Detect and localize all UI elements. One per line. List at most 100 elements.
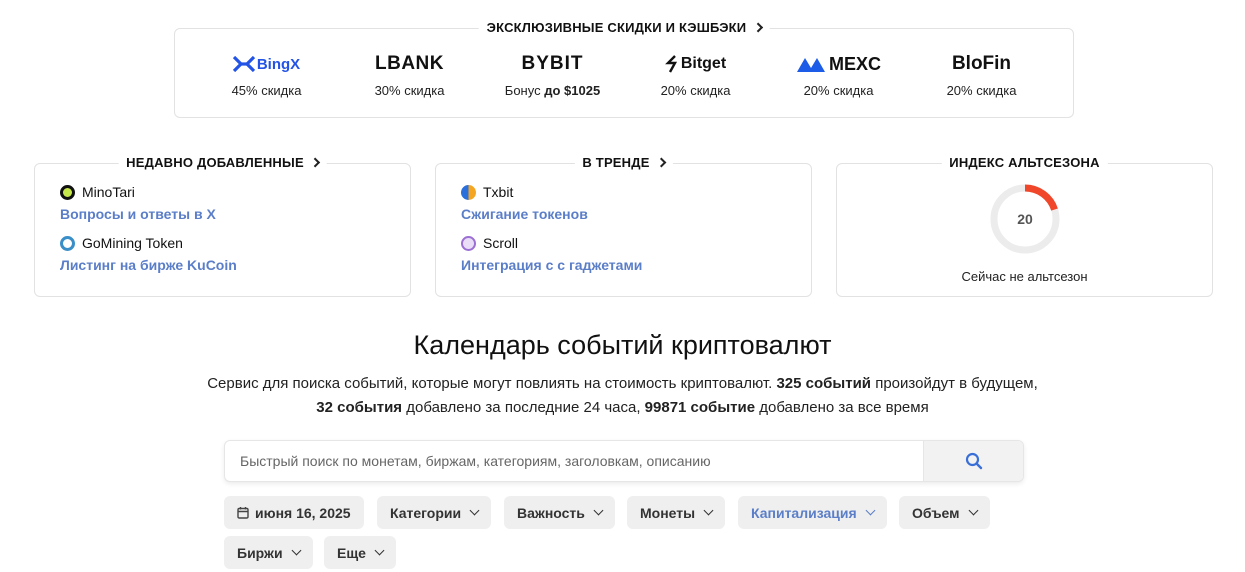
coins-filter[interactable]: Монеты	[627, 496, 726, 529]
deal-bitget[interactable]: Bitget 20% скидка	[624, 51, 767, 98]
exchanges-filter-label: Биржи	[237, 544, 283, 561]
search-icon	[965, 452, 982, 470]
lbank-logo: LBANK	[338, 51, 481, 77]
altseason-gauge: 20	[988, 182, 1062, 261]
page-title: Календарь событий криптовалют	[413, 330, 832, 360]
bitget-logo-text: Bitget	[680, 55, 727, 72]
deal-text: Бонус до $1025	[481, 83, 624, 98]
intro-text: Сервис для поиска событий, которые могут…	[200, 372, 1045, 420]
blofin-logo-text: BloFin	[951, 53, 1012, 74]
trending-title-text: В ТРЕНДЕ	[582, 155, 650, 170]
chevron-down-icon	[291, 545, 302, 556]
importance-filter[interactable]: Важность	[504, 496, 615, 529]
bybit-logo-text: BYBIT	[521, 53, 584, 74]
calendar-icon	[237, 507, 249, 519]
recent-item-coin: GoMining Token	[60, 235, 237, 251]
search-input[interactable]	[225, 441, 925, 481]
recent-item[interactable]: MinoTari Вопросы и ответы в X	[60, 184, 216, 222]
gauge-value: 20	[1017, 211, 1033, 227]
mexc-logo: MEXC	[767, 51, 910, 77]
trending-item-coin: Scroll	[461, 235, 642, 251]
altseason-caption: Сейчас не альтсезон	[961, 269, 1088, 284]
deal-text: 30% скидка	[374, 83, 445, 98]
coin-name: MinoTari	[82, 184, 135, 200]
intro-part: добавлено за последние 24 часа,	[406, 399, 641, 416]
event-link[interactable]: Сжигание токенов	[461, 206, 588, 222]
trending-title[interactable]: В ТРЕНДЕ	[574, 155, 673, 170]
search-bar	[224, 440, 1024, 482]
recent-item[interactable]: GoMining Token Листинг на бирже KuCoin	[60, 235, 237, 273]
mexc-logo-text: MEXC	[828, 53, 881, 74]
coin-name: GoMining Token	[82, 235, 183, 251]
total-count: 99871 событие	[644, 399, 756, 416]
capitalization-filter-label: Капитализация	[751, 504, 857, 521]
more-filter-label: Еще	[337, 544, 366, 561]
blofin-logo: BloFin	[910, 51, 1053, 77]
deal-amount: до $1025	[544, 83, 601, 98]
intro-part: добавлено за все время	[759, 399, 929, 416]
trending-card: В ТРЕНДЕ Txbit Сжигание токенов Scroll И…	[435, 155, 812, 297]
gomining-icon	[60, 235, 75, 251]
altseason-title-text: ИНДЕКС АЛЬТСЕЗОНА	[949, 155, 1100, 170]
capitalization-filter[interactable]: Капитализация	[738, 496, 887, 529]
recent-item-coin: MinoTari	[60, 184, 216, 200]
more-filter[interactable]: Еще	[324, 536, 396, 569]
chevron-down-icon	[865, 505, 876, 516]
recently-added-title-text: НЕДАВНО ДОБАВЛЕННЫЕ	[126, 155, 304, 170]
bybit-logo: BYBIT	[481, 51, 624, 77]
deal-bingx[interactable]: BingX 45% скидка	[195, 51, 338, 99]
deal-bybit[interactable]: BYBIT Бонус до $1025	[481, 51, 624, 98]
minotari-icon	[60, 184, 75, 200]
event-link[interactable]: Вопросы и ответы в X	[60, 206, 216, 222]
chevron-down-icon	[374, 545, 385, 556]
recently-added-title[interactable]: НЕДАВНО ДОБАВЛЕННЫЕ	[118, 155, 327, 170]
trending-item[interactable]: Txbit Сжигание токенов	[461, 184, 588, 222]
bingx-logo: BingX	[195, 51, 338, 77]
event-link[interactable]: Интеграция с с гаджетами	[461, 257, 642, 273]
bitget-icon	[664, 55, 677, 73]
lbank-logo-text: LBANK	[375, 53, 444, 74]
trending-item[interactable]: Scroll Интеграция с с гаджетами	[461, 235, 642, 273]
deals-panel: ЭКСКЛЮЗИВНЫЕ СКИДКИ И КЭШБЭКИ BingX 45% …	[174, 20, 1074, 118]
categories-filter[interactable]: Категории	[377, 496, 492, 529]
exchanges-filter[interactable]: Биржи	[224, 536, 313, 569]
deal-mexc[interactable]: MEXC 20% скидка	[767, 51, 910, 98]
chevron-down-icon	[469, 505, 480, 516]
intro-part: Сервис для поиска событий, которые могут…	[207, 375, 773, 392]
bitget-logo: Bitget	[624, 51, 767, 77]
deal-blofin[interactable]: BloFin 20% скидка	[910, 51, 1053, 98]
txbit-icon	[461, 184, 476, 200]
chevron-right-icon	[656, 157, 667, 168]
deal-text: 20% скидка	[660, 83, 731, 98]
search-button[interactable]	[923, 441, 1023, 481]
chevron-down-icon	[703, 505, 714, 516]
date-filter[interactable]: июня 16, 2025	[224, 496, 364, 529]
deals-title[interactable]: ЭКСКЛЮЗИВНЫЕ СКИДКИ И КЭШБЭКИ	[478, 20, 770, 35]
coin-name: Txbit	[483, 184, 514, 200]
intro-part: произойдут в будущем,	[875, 375, 1038, 392]
volume-filter[interactable]: Объем	[899, 496, 990, 529]
date-filter-label: июня 16, 2025	[255, 504, 351, 521]
categories-filter-label: Категории	[390, 504, 462, 521]
event-link[interactable]: Листинг на бирже KuCoin	[60, 257, 237, 273]
volume-filter-label: Объем	[912, 504, 960, 521]
altseason-card[interactable]: ИНДЕКС АЛЬТСЕЗОНА 20 Сейчас не альтсезон	[836, 155, 1213, 297]
coin-name: Scroll	[483, 235, 519, 251]
recently-added-card: НЕДАВНО ДОБАВЛЕННЫЕ MinoTari Вопросы и о…	[34, 155, 411, 297]
trending-item-coin: Txbit	[461, 184, 588, 200]
deal-prefix: Бонус	[504, 83, 541, 98]
deal-text: 45% скидка	[231, 83, 302, 98]
chevron-right-icon	[752, 22, 763, 33]
deal-text: 20% скидка	[946, 83, 1017, 98]
chevron-down-icon	[593, 505, 604, 516]
chevron-down-icon	[968, 505, 978, 516]
deals-title-text: ЭКСКЛЮЗИВНЫЕ СКИДКИ И КЭШБЭКИ	[486, 20, 747, 35]
recent-count: 32 события	[316, 399, 403, 416]
deal-text: 20% скидка	[803, 83, 874, 98]
upcoming-count: 325 событий	[776, 375, 872, 392]
bingx-logo-text: BingX	[256, 55, 301, 73]
bingx-icon	[232, 56, 255, 72]
importance-filter-label: Важность	[517, 504, 585, 521]
deal-lbank[interactable]: LBANK 30% скидка	[338, 51, 481, 98]
gauge-svg: 20	[990, 184, 1059, 254]
